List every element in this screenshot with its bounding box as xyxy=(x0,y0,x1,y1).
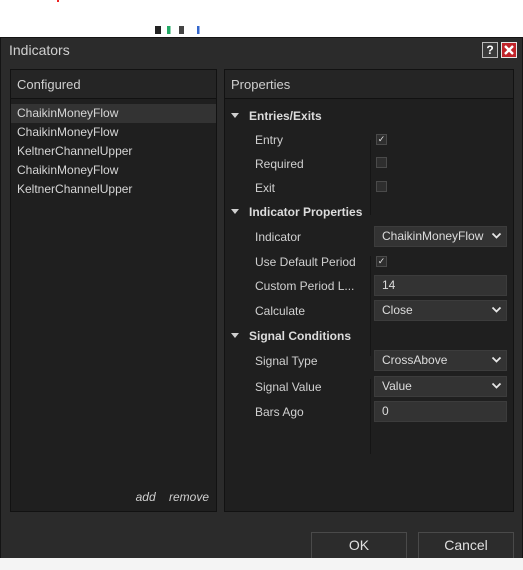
close-button[interactable] xyxy=(501,42,517,58)
exit-checkbox[interactable] xyxy=(376,181,387,192)
collapse-triangle-icon xyxy=(231,113,239,118)
property-grid-divider xyxy=(370,379,371,454)
chevron-down-icon xyxy=(491,354,502,365)
background-window xyxy=(0,0,523,30)
required-label: Required xyxy=(255,157,304,171)
configured-header: Configured xyxy=(11,70,216,99)
custom-period-input[interactable]: 14 xyxy=(374,275,507,296)
background-chart-fragment xyxy=(155,26,215,34)
list-item[interactable]: ChaikinMoneyFlow xyxy=(11,161,216,180)
help-button[interactable]: ? xyxy=(482,42,498,58)
list-item[interactable]: ChaikinMoneyFlow xyxy=(11,104,216,123)
list-item[interactable]: KeltnerChannelUpper xyxy=(11,142,216,161)
close-icon xyxy=(504,45,514,55)
bars-ago-input[interactable]: 0 xyxy=(374,401,507,422)
signal-value-value: Value xyxy=(382,379,412,393)
configured-actions: add remove xyxy=(126,490,209,504)
signal-type-label: Signal Type xyxy=(255,354,318,368)
remove-link[interactable]: remove xyxy=(169,490,209,504)
use-default-period-checkbox[interactable]: ✓ xyxy=(376,256,387,267)
property-grid-divider xyxy=(370,256,371,356)
section-indicator-properties[interactable]: Indicator Properties xyxy=(231,205,362,219)
section-title: Signal Conditions xyxy=(249,329,351,343)
indicators-dialog: Indicators ? Configured ChaikinMoneyFlow… xyxy=(0,37,523,570)
signal-type-select[interactable]: CrossAbove xyxy=(374,350,507,371)
section-title: Entries/Exits xyxy=(249,109,322,123)
chevron-down-icon xyxy=(491,304,502,315)
entry-label: Entry xyxy=(255,133,284,147)
chevron-down-icon xyxy=(491,380,502,391)
add-link[interactable]: add xyxy=(136,490,156,504)
list-item[interactable]: ChaikinMoneyFlow xyxy=(11,123,216,142)
exit-label: Exit xyxy=(255,181,276,195)
dialog-title: Indicators xyxy=(9,42,70,58)
background-window-bottom xyxy=(0,558,523,570)
signal-type-value: CrossAbove xyxy=(382,353,448,367)
ok-button[interactable]: OK xyxy=(311,532,407,559)
collapse-triangle-icon xyxy=(231,209,239,214)
dialog-titlebar: Indicators ? xyxy=(1,38,522,63)
configured-list: ChaikinMoneyFlow ChaikinMoneyFlow Keltne… xyxy=(11,104,216,199)
property-grid-divider xyxy=(370,140,371,215)
signal-value-label: Signal Value xyxy=(255,380,322,394)
cancel-button[interactable]: Cancel xyxy=(418,532,514,559)
calculate-select[interactable]: Close xyxy=(374,300,507,321)
section-signal-conditions[interactable]: Signal Conditions xyxy=(231,329,351,343)
collapse-triangle-icon xyxy=(231,333,239,338)
bars-ago-label: Bars Ago xyxy=(255,405,304,419)
calculate-label: Calculate xyxy=(255,304,306,318)
entry-checkbox[interactable]: ✓ xyxy=(376,134,387,145)
custom-period-label: Custom Period L... xyxy=(255,279,355,293)
indicator-value: ChaikinMoneyFlow xyxy=(382,229,484,243)
configured-panel: Configured ChaikinMoneyFlow ChaikinMoney… xyxy=(10,69,217,512)
properties-header: Properties xyxy=(225,70,513,99)
section-entries-exits[interactable]: Entries/Exits xyxy=(231,109,322,123)
list-item[interactable]: KeltnerChannelUpper xyxy=(11,180,216,199)
section-title: Indicator Properties xyxy=(249,205,363,219)
signal-value-select[interactable]: Value xyxy=(374,376,507,397)
properties-panel: Properties Entries/Exits Entry ✓ Require… xyxy=(224,69,514,512)
chevron-down-icon xyxy=(491,230,502,241)
calculate-value: Close xyxy=(382,303,413,317)
use-default-period-label: Use Default Period xyxy=(255,255,356,269)
indicator-select[interactable]: ChaikinMoneyFlow xyxy=(374,226,507,247)
required-checkbox[interactable] xyxy=(376,157,387,168)
background-artifact xyxy=(57,0,59,2)
indicator-label: Indicator xyxy=(255,230,302,244)
